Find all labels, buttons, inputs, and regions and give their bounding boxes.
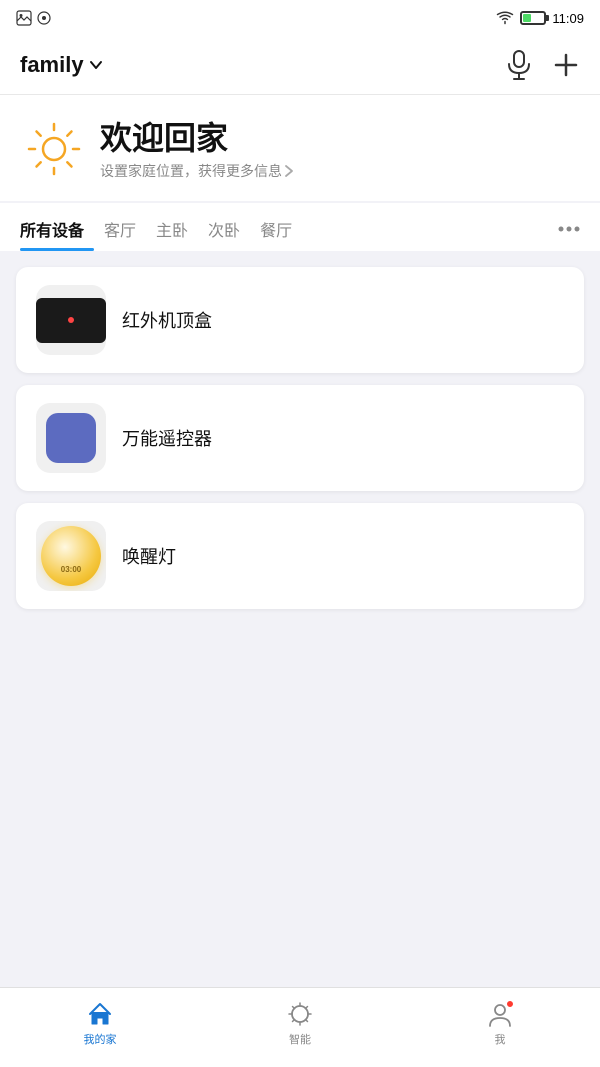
tabs-more-button[interactable]: [548, 212, 580, 242]
time-display: 11:09: [552, 11, 584, 26]
plus-icon: [552, 51, 580, 79]
family-selector[interactable]: family: [20, 52, 104, 78]
nav-item-home[interactable]: 我的家: [0, 996, 200, 1047]
nav-home-label: 我的家: [84, 1031, 117, 1047]
welcome-section: 欢迎回家 设置家庭位置，获得更多信息: [0, 95, 600, 201]
profile-icon-wrap: [486, 1000, 514, 1028]
tab-second-bedroom[interactable]: 次卧: [198, 203, 250, 251]
remote-image: [46, 413, 96, 463]
device-card-tvbox[interactable]: 红外机顶盒: [16, 267, 584, 373]
sun-icon-container: [24, 119, 84, 179]
device-card-remote[interactable]: 万能遥控器: [16, 385, 584, 491]
tabs-section: 所有设备 客厅 主卧 次卧 餐厅: [0, 203, 600, 251]
microphone-button[interactable]: [506, 50, 532, 80]
tvbox-led: [68, 317, 74, 323]
welcome-title: 欢迎回家: [100, 119, 294, 157]
header-actions: [506, 50, 580, 80]
bottom-nav: 我的家 智能 我: [0, 987, 600, 1067]
home-nav-icon: [86, 1000, 114, 1028]
notification-icon: [36, 10, 52, 26]
more-dots-icon: [558, 226, 580, 232]
status-right: 11:09: [496, 11, 584, 26]
family-title: family: [20, 52, 84, 78]
remote-icon-wrap: [36, 403, 106, 473]
tvbox-image: [36, 298, 106, 343]
gallery-icon: [16, 10, 32, 26]
battery-icon: [520, 11, 546, 25]
smart-nav-icon: [286, 1000, 314, 1028]
tab-master-bedroom[interactable]: 主卧: [146, 203, 198, 251]
status-bar: 11:09: [0, 0, 600, 36]
header: family: [0, 36, 600, 95]
lamp-time: 03:00: [61, 565, 81, 574]
status-left: [16, 10, 52, 26]
add-button[interactable]: [552, 51, 580, 79]
tab-living-room[interactable]: 客厅: [94, 203, 146, 251]
tvbox-name: 红外机顶盒: [122, 307, 212, 333]
sun-icon: [25, 120, 83, 178]
lamp-name: 唤醒灯: [122, 543, 176, 569]
tab-all-devices[interactable]: 所有设备: [20, 203, 94, 251]
remote-name: 万能遥控器: [122, 425, 212, 451]
nav-item-smart[interactable]: 智能: [200, 996, 400, 1047]
welcome-text: 欢迎回家 设置家庭位置，获得更多信息: [100, 119, 294, 181]
profile-badge: [506, 1000, 514, 1008]
nav-smart-label: 智能: [289, 1031, 311, 1047]
lamp-icon-wrap: 03:00: [36, 521, 106, 591]
chevron-down-icon: [88, 57, 104, 73]
nav-item-profile[interactable]: 我: [400, 996, 600, 1047]
nav-profile-label: 我: [495, 1031, 506, 1047]
wifi-icon: [496, 11, 514, 25]
chevron-right-icon: [284, 164, 294, 178]
microphone-icon: [506, 50, 532, 80]
tab-dining-room[interactable]: 餐厅: [250, 203, 302, 251]
lamp-image: 03:00: [41, 526, 101, 586]
welcome-subtitle[interactable]: 设置家庭位置，获得更多信息: [100, 161, 294, 181]
device-list: 红外机顶盒 万能遥控器 03:00 唤醒灯: [0, 251, 600, 625]
tvbox-icon-wrap: [36, 285, 106, 355]
device-card-lamp[interactable]: 03:00 唤醒灯: [16, 503, 584, 609]
